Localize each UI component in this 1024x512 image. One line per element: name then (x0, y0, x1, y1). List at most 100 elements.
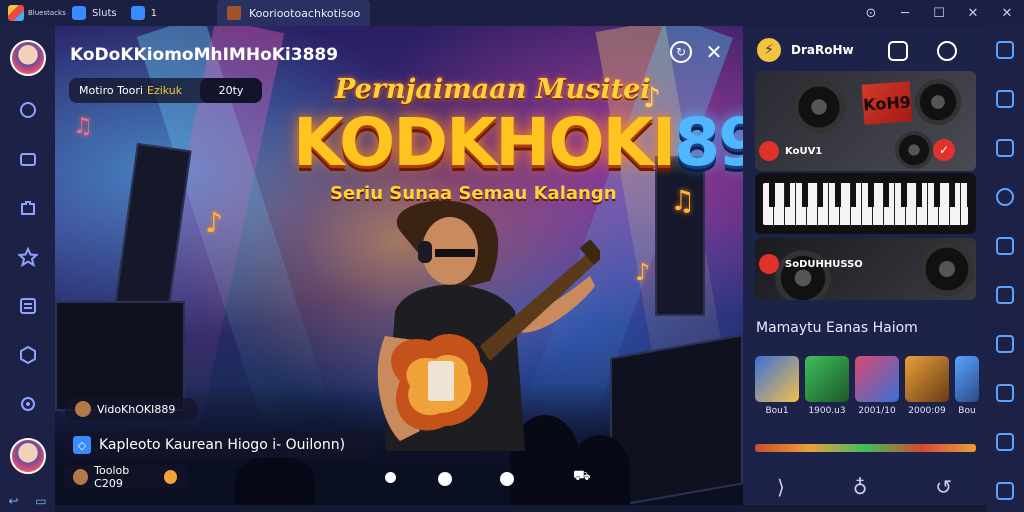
gear-icon[interactable] (937, 41, 957, 61)
video-player[interactable]: ♪ ♪ ♫ ♪ ♫ Pernjaimaan Musitei KODKHOKI89… (55, 26, 743, 505)
video-card[interactable]: KoH9 KoUV1 ✓ (755, 71, 976, 171)
card-channel-label: KoUV1 (785, 145, 823, 157)
piano-card[interactable] (755, 173, 976, 234)
file-icon (130, 6, 145, 20)
date-badge: 20ty (200, 78, 262, 103)
pager-dot[interactable] (385, 472, 396, 483)
macro-icon[interactable] (996, 335, 1014, 353)
color-strip (755, 444, 976, 452)
thumb-labels: Bou1 1900.u3 2001/10 2000:09 Bou (755, 406, 979, 416)
box-icon[interactable] (18, 345, 38, 365)
close-button[interactable]: ✕ (956, 6, 990, 21)
thumb-label: 2000:09 (908, 406, 946, 416)
maximize-button[interactable]: ☐ (922, 6, 956, 21)
lightning-icon: ⚡ (757, 38, 781, 62)
speaker-graphic (793, 81, 845, 133)
thumb-item[interactable] (755, 356, 799, 402)
active-tab[interactable]: Kooriootoachkotisoo (216, 0, 371, 26)
brand-logo: KODKHOKI89 (293, 104, 743, 181)
close-icon[interactable]: ✕ (703, 40, 725, 64)
thumb-item[interactable] (955, 356, 979, 402)
channel-badge[interactable]: VidoKhOKI889 (65, 398, 197, 420)
video-title-text: Kapleoto Kaurean Hiogo i- Ouilonn) (99, 437, 346, 453)
right-panel: ⚡ DraRoHw KoH9 KoUV1 ✓ SoDUHHUSSO Mamayt… (743, 26, 986, 505)
volume-icon[interactable] (996, 237, 1014, 255)
thumb-item[interactable] (805, 356, 849, 402)
refresh-icon[interactable]: ↺ (935, 475, 952, 499)
thumb-item[interactable] (855, 356, 899, 402)
channel2-badge[interactable]: Toolob C209 (63, 464, 187, 490)
window-icon[interactable]: ▭ (35, 494, 46, 508)
screen-icon[interactable] (996, 139, 1014, 157)
coin-icon (163, 470, 177, 484)
video-title: KoDoKKiomoMhIMHoKi3889 (70, 45, 339, 65)
channel-avatar (75, 401, 91, 417)
settings-icon[interactable] (18, 394, 38, 414)
keyboard-icon[interactable] (996, 41, 1014, 59)
location-icon[interactable] (996, 188, 1014, 206)
rotate-icon[interactable] (996, 90, 1014, 108)
close-sidebar-button[interactable]: ✕ (990, 6, 1024, 21)
pager-dot[interactable] (500, 472, 514, 486)
tab-favicon-icon (226, 6, 241, 20)
channel2-name: Toolob C209 (94, 464, 130, 490)
minimize-button[interactable]: ─ (888, 6, 922, 21)
pin-icon[interactable]: ♁ (853, 475, 868, 499)
active-tab-label: Kooriootoachkotisoo (248, 6, 361, 20)
back-arrow-icon[interactable]: ⟩ (777, 475, 785, 499)
headline: Pernjaimaan Musitei (335, 74, 651, 105)
tab-item-2-label: 1 (150, 7, 157, 19)
tab-item-2[interactable]: 1 (130, 6, 157, 20)
piano-black-keys (763, 183, 968, 207)
back-icon[interactable]: ↩ (8, 494, 18, 508)
subtitle-accent: Ezikuk (147, 84, 183, 97)
panel-header: ⚡ DraRoHw (757, 38, 854, 62)
title-bar: Bluestacks Sluts 1 Kooriootoachkotisoo ⊙… (0, 0, 1024, 26)
window-controls: ⊙ ─ ☐ ✕ ✕ (854, 0, 1024, 26)
rotate-icon[interactable]: ↻ (670, 41, 692, 63)
shake-icon[interactable] (996, 384, 1014, 402)
music-note-icon: ♫ (670, 184, 696, 217)
refresh-icon[interactable] (18, 100, 38, 120)
more-icon[interactable] (996, 482, 1014, 500)
music-note-icon: ♪ (635, 258, 651, 286)
graffiti-text: KoH9 (861, 81, 913, 125)
subtitle-pill: Motiro Toori Ezikuk 20ty (69, 78, 262, 103)
thumb-label: 2001/10 (858, 406, 896, 416)
gauge-icon[interactable] (888, 41, 908, 61)
avatar-secondary[interactable] (9, 438, 46, 474)
avatar[interactable] (9, 40, 46, 76)
check-icon: ✓ (933, 139, 955, 161)
left-sidebar-footer: ↩ ▭ (0, 494, 55, 508)
panel-footer: ⟩ ♁ ↺ (743, 475, 986, 499)
channel-logo-icon (759, 141, 779, 161)
list-icon[interactable] (18, 296, 38, 316)
card-channel-label: SoDUHHUSSO (785, 258, 863, 270)
section-title: Mamaytu Eanas Haiom (756, 320, 918, 336)
speaker-graphic (895, 131, 933, 169)
app-icon (72, 6, 86, 20)
video-card[interactable]: SoDUHHUSSO (755, 238, 976, 300)
video-title-bar[interactable]: ◇ Kapleoto Kaurean Hiogo i- Ouilonn) (63, 432, 375, 458)
tab-item-1-label: Sluts (92, 7, 117, 19)
camera-icon[interactable] (996, 286, 1014, 304)
app-logo-icon (8, 5, 24, 21)
car-icon[interactable]: ⛟ (573, 468, 591, 486)
folder-icon[interactable] (18, 149, 38, 169)
star-icon[interactable] (17, 247, 38, 267)
subtitle-label: Motiro Toori (79, 84, 143, 97)
brand-text: KODKHOKI (293, 104, 676, 181)
pager-dot[interactable] (438, 472, 452, 486)
thumb-row (755, 356, 979, 402)
tab-item-1[interactable]: Sluts (72, 6, 117, 20)
channel-logo-icon (759, 254, 779, 274)
expand-icon[interactable] (996, 433, 1014, 451)
account-icon[interactable]: ⊙ (854, 6, 888, 21)
guitarist-illustration (377, 200, 600, 451)
thumb-label: 1900.u3 (808, 406, 846, 416)
music-note-icon: ♪ (205, 206, 223, 239)
right-sidebar (986, 26, 1024, 512)
channel-name: VidoKhOKI889 (97, 402, 176, 416)
thumb-item[interactable] (905, 356, 949, 402)
puzzle-icon[interactable] (18, 198, 38, 218)
